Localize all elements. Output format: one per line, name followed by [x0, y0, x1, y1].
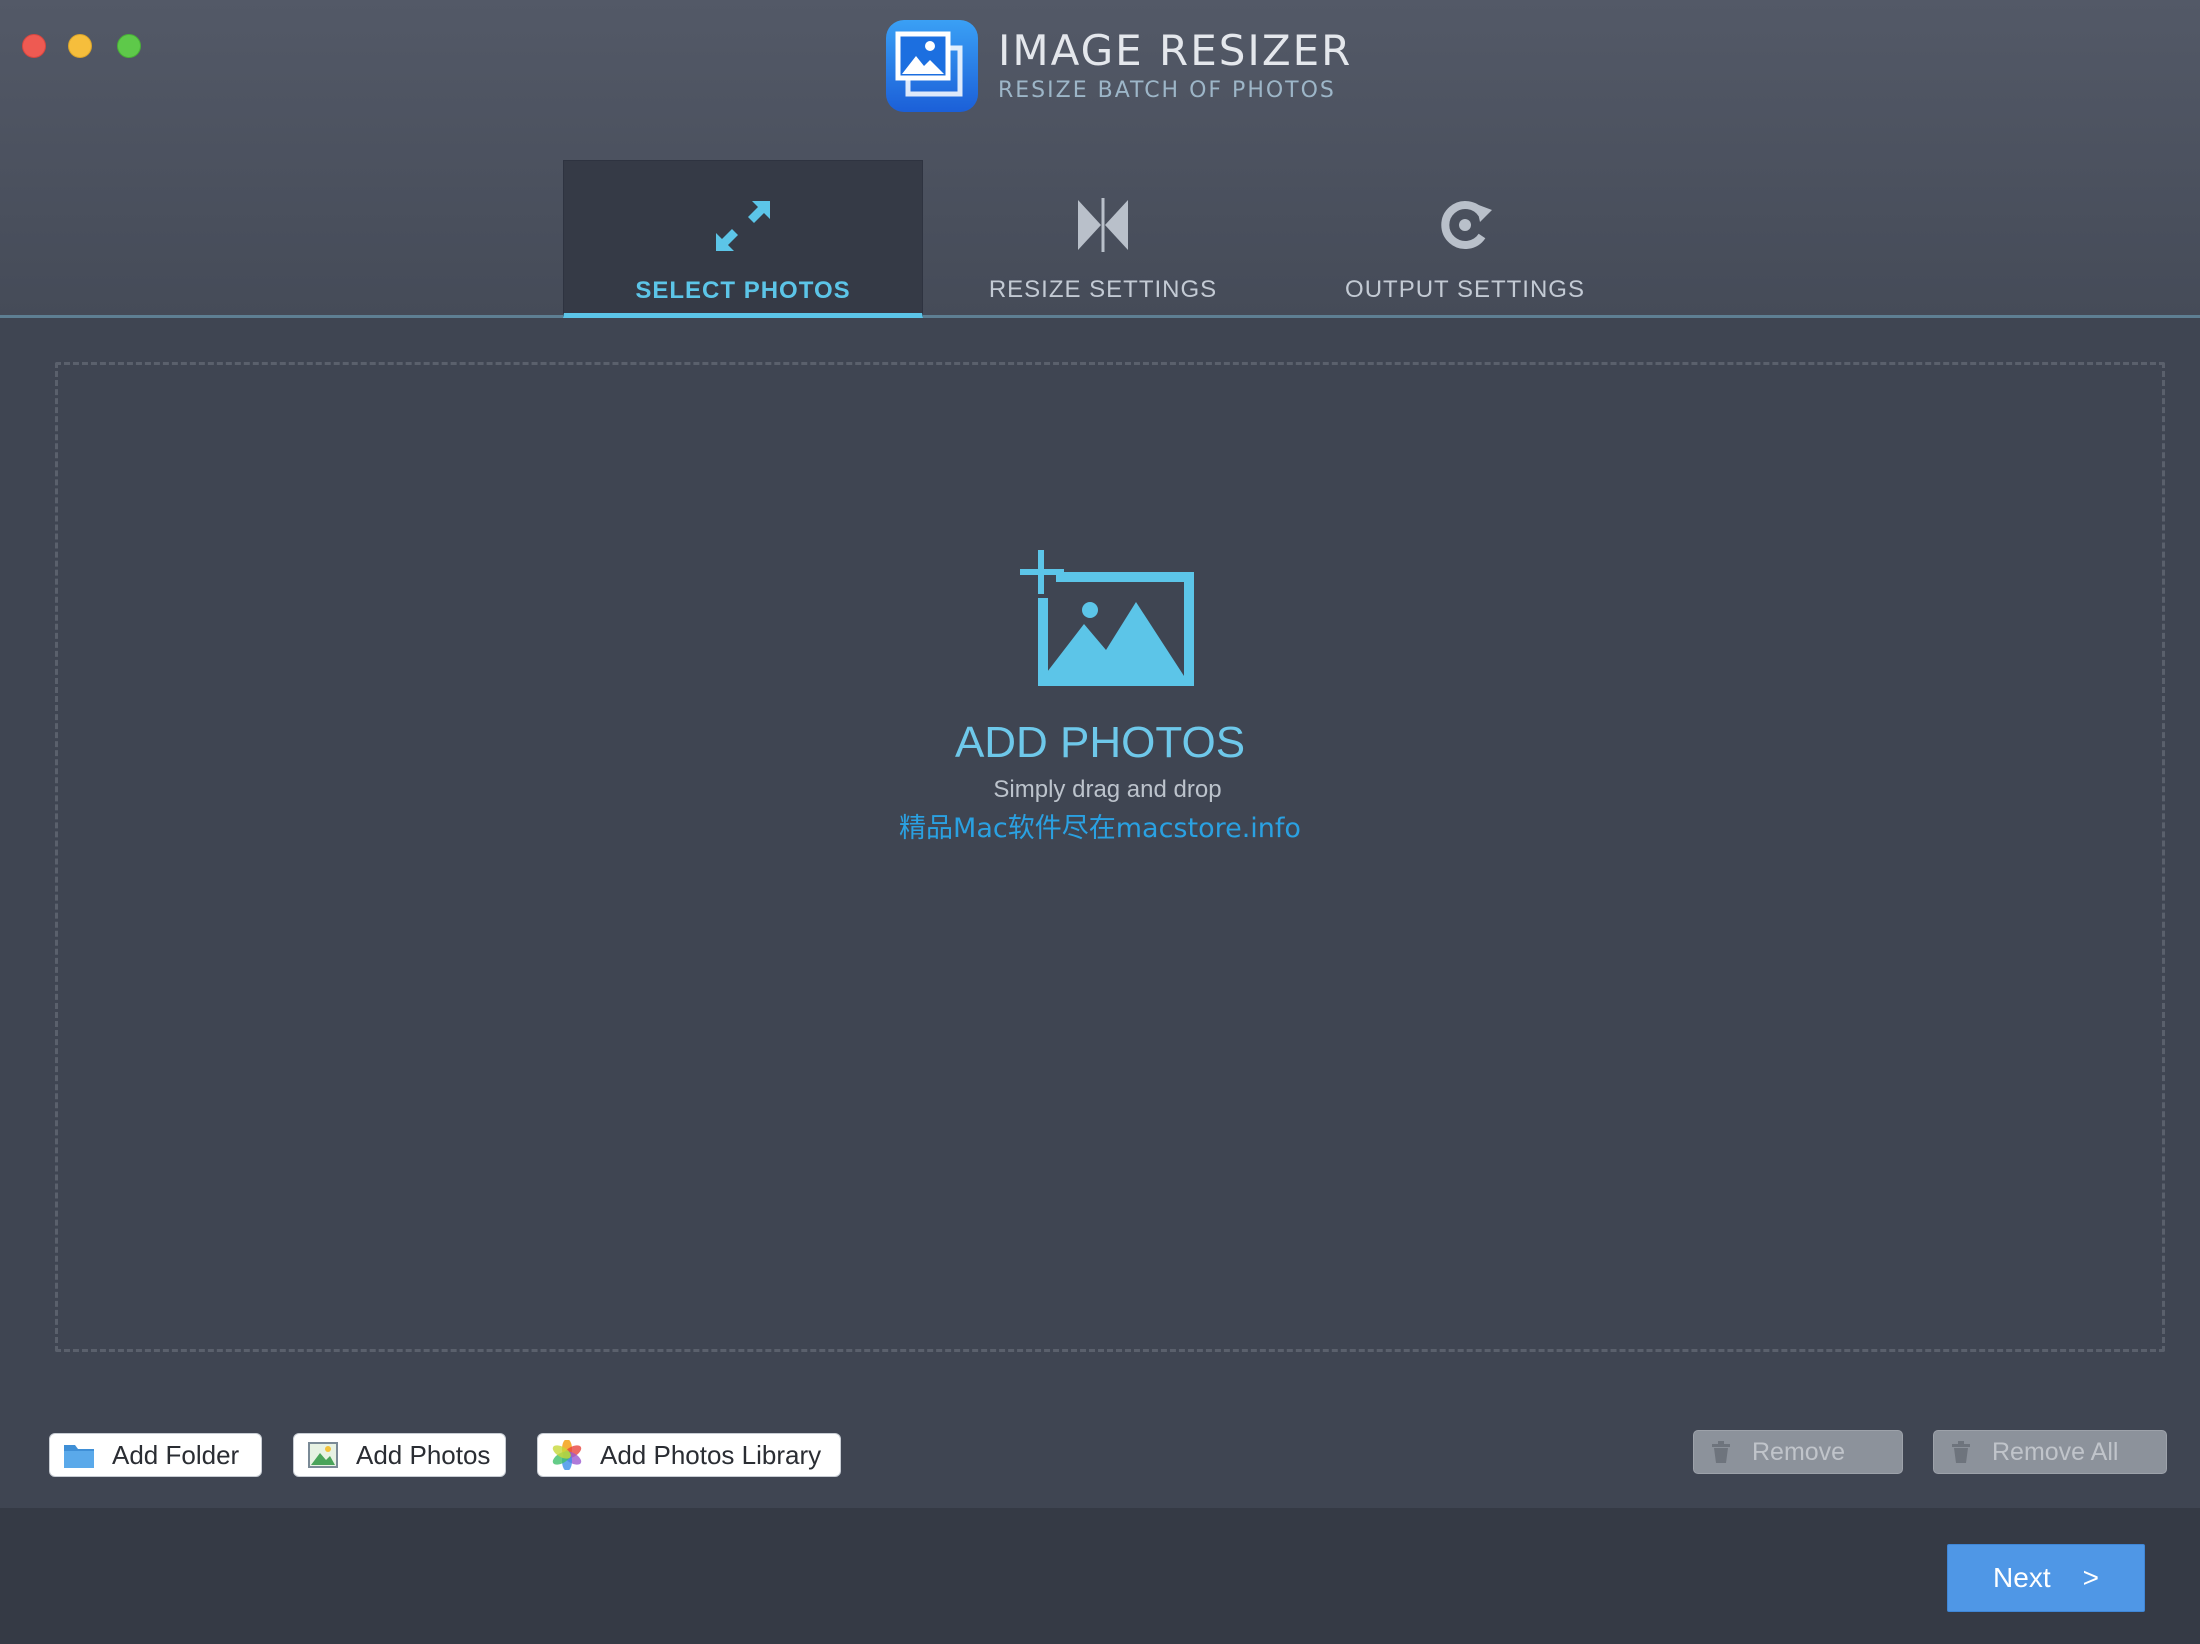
photos-app-icon	[552, 1440, 582, 1470]
image-resizer-logo-icon	[886, 20, 978, 112]
tab-label: RESIZE SETTINGS	[988, 276, 1218, 303]
remove-all-label: Remove All	[1992, 1437, 2119, 1466]
chevron-right-icon: >	[2082, 1562, 2099, 1593]
app-subtitle: RESIZE BATCH OF PHOTOS	[998, 78, 1336, 103]
add-folder-label: Add Folder	[112, 1439, 240, 1470]
tab-resize-settings[interactable]: RESIZE SETTINGS	[960, 160, 1246, 318]
bowtie-resize-icon	[1078, 198, 1128, 252]
watermark-text: 精品Mac软件尽在macstore.info	[899, 813, 1301, 844]
drop-zone-subtitle: Simply drag and drop	[993, 776, 1222, 803]
remove-label: Remove	[1752, 1437, 1846, 1466]
minimize-window-button[interactable]	[68, 34, 92, 58]
tab-select-photos[interactable]: SELECT PHOTOS	[563, 160, 923, 318]
window-header: IMAGE RESIZER RESIZE BATCH OF PHOTOS SEL…	[0, 0, 2200, 318]
add-photos-library-label: Add Photos Library	[600, 1439, 822, 1470]
photo-drop-zone[interactable]	[55, 362, 2165, 1352]
close-window-button[interactable]	[22, 34, 46, 58]
app-title: IMAGE RESIZER	[998, 26, 1353, 75]
trash-icon	[1712, 1441, 1730, 1463]
tab-label: SELECT PHOTOS	[635, 277, 851, 304]
add-photos-label: Add Photos	[356, 1439, 491, 1470]
trash-icon	[1952, 1441, 1970, 1463]
tab-output-settings[interactable]: OUTPUT SETTINGS	[1300, 160, 1630, 318]
next-button[interactable]: Next >	[1947, 1544, 2145, 1612]
remove-all-button[interactable]: Remove All	[1933, 1430, 2167, 1474]
picture-icon	[308, 1442, 338, 1468]
drop-zone-title: ADD PHOTOS	[954, 718, 1246, 767]
remove-button[interactable]: Remove	[1693, 1430, 1903, 1474]
add-photos-button[interactable]: Add Photos	[293, 1433, 506, 1477]
add-photos-library-button[interactable]: Add Photos Library	[537, 1433, 841, 1477]
add-folder-button[interactable]: Add Folder	[49, 1433, 262, 1477]
folder-icon	[64, 1445, 94, 1468]
add-image-icon[interactable]	[1018, 550, 1198, 690]
expand-arrows-icon	[716, 201, 770, 251]
zoom-window-button[interactable]	[117, 34, 141, 58]
refresh-arrow-icon	[1441, 201, 1492, 249]
tab-label: OUTPUT SETTINGS	[1345, 276, 1585, 303]
next-label: Next	[1993, 1562, 2051, 1593]
footer-bar	[0, 1508, 2200, 1644]
